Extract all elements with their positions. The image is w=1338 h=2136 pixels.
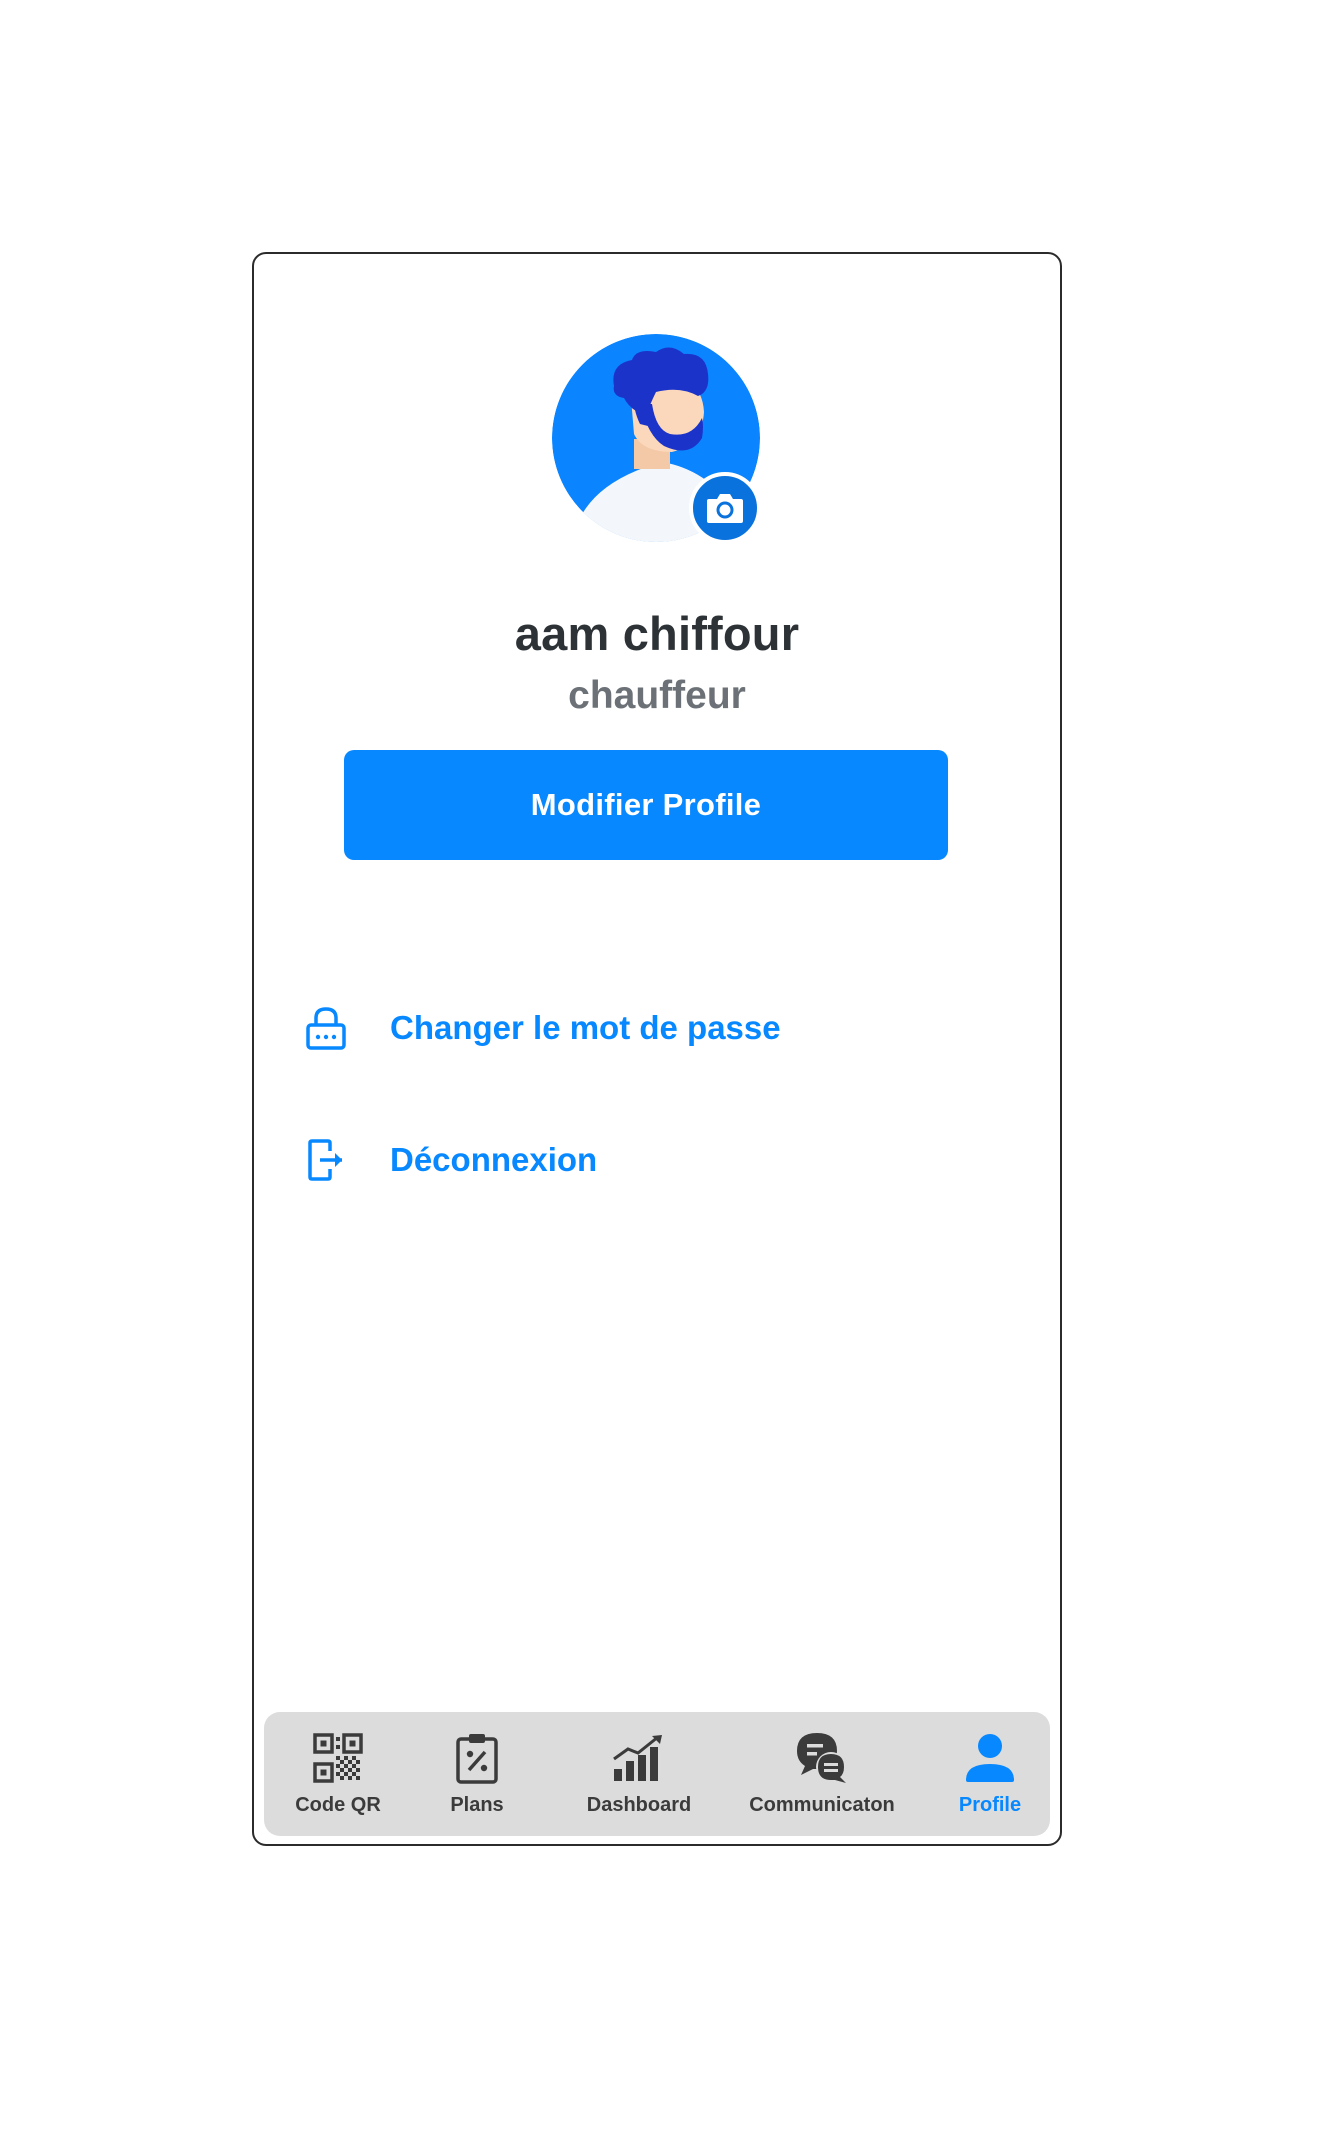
logout-icon [298,1132,354,1188]
avatar-container [552,334,762,544]
clipboard-icon [455,1730,499,1786]
camera-icon [707,494,743,523]
lock-icon [298,1000,354,1056]
change-password-label: Changer le mot de passe [390,1009,781,1046]
user-role: chauffeur [568,674,746,717]
nav-item-dashboard[interactable]: Dashboard [574,1712,704,1836]
nav-item-communication[interactable]: Communicaton [742,1712,902,1836]
nav-label-communication: Communicaton [749,1794,895,1816]
chat-icon [793,1730,851,1786]
nav-label-dashboard: Dashboard [586,1794,692,1816]
qr-code-icon [313,1730,363,1786]
logout-item[interactable]: Déconnexion [298,1130,858,1190]
user-icon [964,1730,1016,1786]
bottom-navigation: Code QR Plans Dashboard Communicaton Pro… [264,1712,1050,1836]
bar-chart-icon [612,1730,666,1786]
nav-label-profile: Profile [958,1794,1022,1816]
nav-item-profile[interactable]: Profile [944,1712,1036,1836]
change-password-item[interactable]: Changer le mot de passe [298,998,858,1058]
nav-label-code-qr: Code QR [295,1794,381,1816]
change-photo-button[interactable] [689,472,761,544]
user-name: aam chiffour [514,607,800,660]
logout-label: Déconnexion [390,1141,598,1178]
edit-profile-button[interactable]: Modifier Profile [344,750,948,860]
nav-item-plans[interactable]: Plans [427,1712,527,1836]
nav-item-code-qr[interactable]: Code QR [278,1712,398,1836]
nav-label-plans: Plans [450,1794,504,1816]
phone-frame: aam chiffour chauffeur Modifier Profile … [252,252,1062,1846]
